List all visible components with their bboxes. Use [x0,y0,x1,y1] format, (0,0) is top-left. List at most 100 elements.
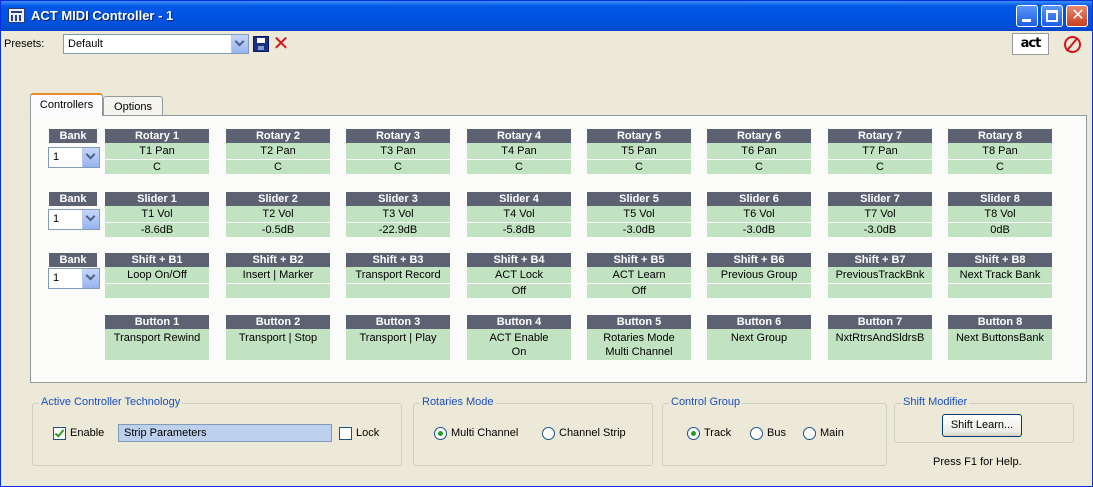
control-value: C [467,160,571,175]
presets-value: Default [68,38,103,50]
chevron-down-icon [85,270,96,281]
control-assignment: Transport Rewind [105,329,209,361]
disable-icon[interactable] [1064,36,1081,53]
control-assignment: T3 Pan [346,143,450,160]
button-8[interactable]: Button 8 Next ButtonsBank [948,315,1052,361]
bank-dropdown-sliders[interactable]: 1 [48,209,100,230]
dropdown-arrow[interactable] [82,269,99,288]
control-assignment-line1: Transport Rewind [113,332,201,344]
control-value: C [948,160,1052,175]
enable-checkbox[interactable] [53,427,66,440]
bank-value: 1 [53,151,60,163]
button-6[interactable]: Button 6 Next Group [707,315,811,361]
close-button[interactable]: ✕ [1066,5,1088,27]
dropdown-arrow[interactable] [82,148,99,167]
control-value: C [346,160,450,175]
bank-dropdown-buttons[interactable]: 1 [48,268,100,289]
multi-channel-radio[interactable] [434,427,447,440]
slider-5[interactable]: Slider 5 T5 Vol -3.0dB [587,192,691,238]
slider-2[interactable]: Slider 2 T2 Vol -0.5dB [226,192,330,238]
button-2[interactable]: Button 2 Transport | Stop [226,315,330,361]
control-assignment: Next ButtonsBank [948,329,1052,361]
slider-8[interactable]: Slider 8 T8 Vol 0dB [948,192,1052,238]
button-1[interactable]: Button 1 Transport Rewind [105,315,209,361]
tab-controllers[interactable]: Controllers [30,93,103,116]
strip-parameters-field[interactable]: Strip Parameters [118,424,332,442]
control-assignment: T5 Pan [587,143,691,160]
shift-button-1[interactable]: Shift + B1 Loop On/Off [105,253,209,299]
presets-dropdown[interactable]: Default [63,34,249,54]
button-5[interactable]: Button 5 Rotaries Mode Multi Channel [587,315,691,361]
control-header: Slider 2 [226,192,330,206]
control-header: Shift + B8 [948,253,1052,267]
shift-learn-button[interactable]: Shift Learn... [942,414,1022,437]
slider-6[interactable]: Slider 6 T6 Vol -3.0dB [707,192,811,238]
control-header: Button 7 [828,315,932,329]
rotary-7[interactable]: Rotary 7 T7 Pan C [828,129,932,175]
control-assignment: Insert | Marker [226,267,330,284]
control-header: Slider 7 [828,192,932,206]
main-radio[interactable] [803,427,816,440]
control-assignment: T8 Pan [948,143,1052,160]
control-value: C [226,160,330,175]
delete-preset-icon[interactable]: ✕ [271,34,291,54]
control-assignment-line2: On [511,346,527,358]
slider-7[interactable]: Slider 7 T7 Vol -3.0dB [828,192,932,238]
shift-button-7[interactable]: Shift + B7 PreviousTrackBnk [828,253,932,299]
slider-1[interactable]: Slider 1 T1 Vol -8.6dB [105,192,209,238]
control-value [707,284,811,299]
channel-strip-radio[interactable] [542,427,555,440]
control-header: Button 8 [948,315,1052,329]
shift-button-6[interactable]: Shift + B6 Previous Group [707,253,811,299]
bus-radio[interactable] [750,427,763,440]
shift-button-3[interactable]: Shift + B3 Transport Record [346,253,450,299]
track-radio[interactable] [687,427,700,440]
shift-button-5[interactable]: Shift + B5 ACT Learn Off [587,253,691,299]
button-4[interactable]: Button 4 ACT Enable On [467,315,571,361]
bank-label-buttons: Bank [49,253,97,267]
maximize-button[interactable] [1041,5,1063,27]
control-assignment: T1 Pan [105,143,209,160]
control-header: Shift + B6 [707,253,811,267]
channel-strip-label: Channel Strip [559,427,626,439]
slider-3[interactable]: Slider 3 T3 Vol -22.9dB [346,192,450,238]
act-logo[interactable]: act [1012,33,1049,55]
rotary-8[interactable]: Rotary 8 T8 Pan C [948,129,1052,175]
control-assignment: Next Track Bank [948,267,1052,284]
main-label: Main [820,427,844,439]
control-value: C [587,160,691,175]
control-assignment: PreviousTrackBnk [828,267,932,284]
rotary-1[interactable]: Rotary 1 T1 Pan C [105,129,209,175]
rotary-2[interactable]: Rotary 2 T2 Pan C [226,129,330,175]
rotary-6[interactable]: Rotary 6 T6 Pan C [707,129,811,175]
control-value [828,284,932,299]
presets-label: Presets: [4,38,45,50]
control-assignment-line1: Next ButtonsBank [955,332,1045,344]
button-3[interactable]: Button 3 Transport | Play [346,315,450,361]
title-bar[interactable]: ACT MIDI Controller - 1 ✕ [1,1,1092,31]
shift-button-2[interactable]: Shift + B2 Insert | Marker [226,253,330,299]
bank-dropdown-rotaries[interactable]: 1 [48,147,100,168]
slider-4[interactable]: Slider 4 T4 Vol -5.8dB [467,192,571,238]
chevron-down-icon [234,36,245,47]
shift-button-4[interactable]: Shift + B4 ACT Lock Off [467,253,571,299]
control-header: Button 1 [105,315,209,329]
dropdown-arrow[interactable] [231,35,248,53]
control-value: -8.6dB [105,223,209,238]
minimize-button[interactable] [1016,5,1038,27]
button-7[interactable]: Button 7 NxtRtrsAndSldrsB [828,315,932,361]
rotary-5[interactable]: Rotary 5 T5 Pan C [587,129,691,175]
control-header: Button 3 [346,315,450,329]
control-assignment: T4 Vol [467,206,571,223]
control-assignment-line1: Transport | Play [359,332,437,344]
lock-checkbox[interactable] [339,427,352,440]
track-label: Track [704,427,732,439]
control-assignment: NxtRtrsAndSldrsB [828,329,932,361]
shift-button-8[interactable]: Shift + B8 Next Track Bank [948,253,1052,299]
control-value: -3.0dB [707,223,811,238]
rotary-3[interactable]: Rotary 3 T3 Pan C [346,129,450,175]
control-assignment-line1: Transport | Stop [238,332,318,344]
dropdown-arrow[interactable] [82,210,99,229]
save-preset-icon[interactable] [253,36,269,52]
rotary-4[interactable]: Rotary 4 T4 Pan C [467,129,571,175]
